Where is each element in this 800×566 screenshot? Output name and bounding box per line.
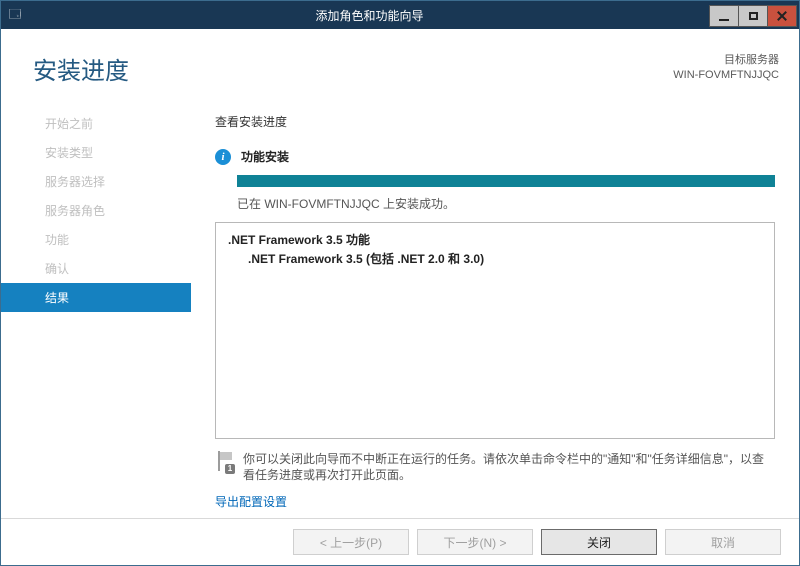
destination-label: 目标服务器 [673, 53, 779, 68]
sub-heading: 查看安装进度 [215, 113, 775, 130]
close-button[interactable]: 关闭 [541, 529, 657, 555]
flag-icon: 1 [215, 451, 233, 473]
main-row: 开始之前 安装类型 服务器选择 服务器角色 功能 确认 结果 查看安装进度 i … [1, 107, 799, 518]
maximize-button[interactable] [738, 5, 768, 27]
window-title: 添加角色和功能向导 [29, 7, 710, 24]
progress-message: 已在 WIN-FOVMFTNJJQC 上安装成功。 [237, 195, 775, 212]
info-row: i 功能安装 [215, 148, 775, 165]
next-button: 下一步(N) > [417, 529, 533, 555]
result-line-1: .NET Framework 3.5 功能 [228, 231, 762, 248]
info-label: 功能安装 [241, 148, 289, 165]
destination-value: WIN-FOVMFTNJJQC [673, 68, 779, 83]
header-row: 安装进度 目标服务器 WIN-FOVMFTNJJQC [1, 29, 799, 107]
sidebar-item-server-roles: 服务器角色 [1, 196, 191, 225]
app-icon: 🗔 [1, 5, 29, 26]
destination-info: 目标服务器 WIN-FOVMFTNJJQC [673, 53, 779, 83]
window-buttons [710, 5, 797, 25]
sidebar-item-features: 功能 [1, 225, 191, 254]
sidebar-item-server-selection: 服务器选择 [1, 167, 191, 196]
page-title: 安装进度 [33, 51, 673, 86]
sidebar-item-installation-type: 安装类型 [1, 138, 191, 167]
previous-button: < 上一步(P) [293, 529, 409, 555]
content-area: 查看安装进度 i 功能安装 已在 WIN-FOVMFTNJJQC 上安装成功。 … [191, 107, 799, 518]
cancel-button: 取消 [665, 529, 781, 555]
sidebar-item-before-you-begin: 开始之前 [1, 109, 191, 138]
wizard-body: 安装进度 目标服务器 WIN-FOVMFTNJJQC 开始之前 安装类型 服务器… [1, 29, 799, 565]
wizard-sidebar: 开始之前 安装类型 服务器选择 服务器角色 功能 确认 结果 [1, 107, 191, 518]
progress-bar [237, 175, 775, 187]
sidebar-item-results[interactable]: 结果 [1, 283, 191, 312]
result-line-2: .NET Framework 3.5 (包括 .NET 2.0 和 3.0) [228, 250, 762, 267]
wizard-window: 🗔 添加角色和功能向导 安装进度 目标服务器 WIN-FOVMFTNJJQC 开… [0, 0, 800, 566]
info-icon: i [215, 149, 231, 165]
hint-text: 你可以关闭此向导而不中断正在运行的任务。请依次单击命令栏中的"通知"和"任务详细… [243, 451, 775, 483]
flag-badge: 1 [225, 464, 235, 474]
close-window-button[interactable] [767, 5, 797, 27]
titlebar: 🗔 添加角色和功能向导 [1, 1, 799, 29]
result-box: .NET Framework 3.5 功能 .NET Framework 3.5… [215, 222, 775, 439]
footer: < 上一步(P) 下一步(N) > 关闭 取消 [1, 518, 799, 565]
hint-row: 1 你可以关闭此向导而不中断正在运行的任务。请依次单击命令栏中的"通知"和"任务… [215, 451, 775, 483]
minimize-button[interactable] [709, 5, 739, 27]
sidebar-item-confirmation: 确认 [1, 254, 191, 283]
export-config-link[interactable]: 导出配置设置 [215, 493, 775, 510]
